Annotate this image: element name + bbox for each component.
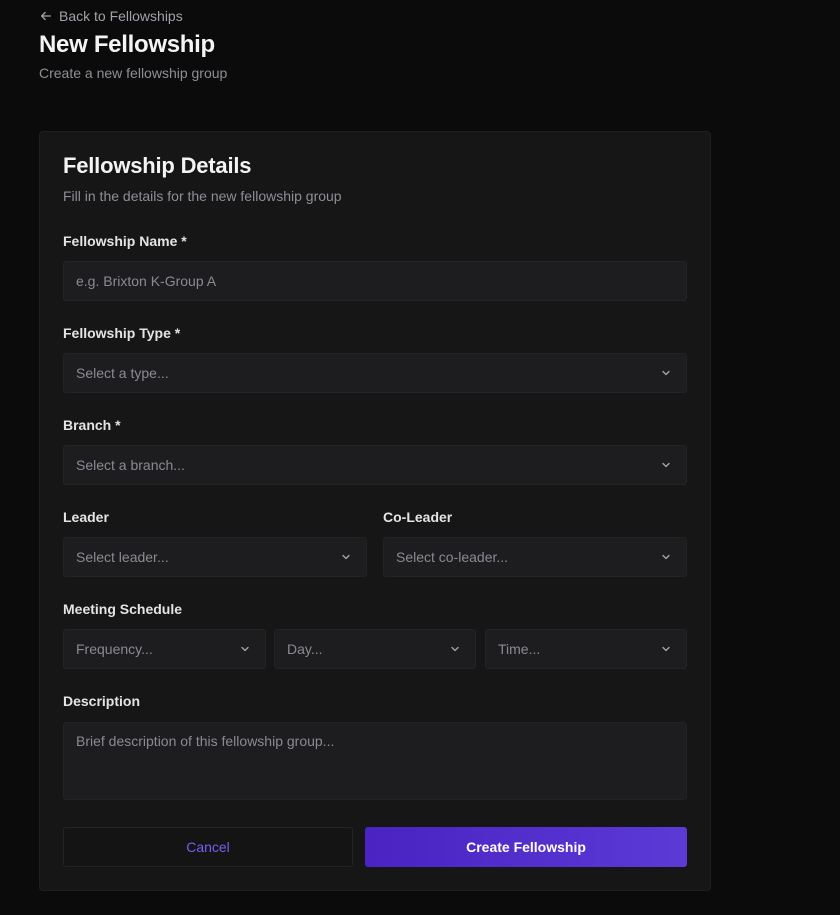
card-description: Fill in the details for the new fellowsh…: [63, 188, 342, 204]
chevron-down-icon: [662, 370, 670, 376]
fellowship-type-value: Select a type...: [76, 365, 169, 381]
co-leader-label: Co-Leader: [383, 509, 453, 525]
fellowship-type-label: Fellowship Type *: [63, 325, 181, 341]
chevron-down-icon: [241, 646, 249, 652]
day-value: Day...: [287, 641, 323, 657]
card-title: Fellowship Details: [63, 153, 252, 178]
co-leader-select[interactable]: Select co-leader...: [383, 537, 687, 577]
leader-value: Select leader...: [76, 549, 169, 565]
frequency-value: Frequency...: [76, 641, 153, 657]
leader-select[interactable]: Select leader...: [63, 537, 367, 577]
back-link-label: Back to Fellowships: [59, 8, 183, 24]
fellowship-name-placeholder: e.g. Brixton K-Group A: [76, 273, 217, 289]
fellowship-name-label: Fellowship Name *: [63, 233, 187, 249]
frequency-select[interactable]: Frequency...: [63, 629, 266, 669]
description-textarea[interactable]: Brief description of this fellowship gro…: [63, 722, 687, 800]
co-leader-value: Select co-leader...: [396, 549, 509, 565]
chevron-down-icon: [342, 554, 350, 560]
fellowship-type-select[interactable]: Select a type...: [63, 353, 687, 393]
chevron-down-icon: [451, 646, 459, 652]
time-select[interactable]: Time...: [485, 629, 687, 669]
meeting-schedule-label: Meeting Schedule: [63, 601, 183, 617]
fellowship-name-input[interactable]: e.g. Brixton K-Group A: [63, 261, 687, 301]
cancel-button[interactable]: Cancel: [63, 827, 353, 867]
branch-value: Select a branch...: [76, 457, 185, 473]
branch-label: Branch *: [63, 417, 121, 433]
description-label: Description: [63, 693, 141, 709]
chevron-down-icon: [662, 646, 670, 652]
chevron-down-icon: [662, 554, 670, 560]
create-fellowship-button[interactable]: Create Fellowship: [365, 827, 687, 867]
page-title: New Fellowship: [39, 31, 215, 58]
time-value: Time...: [498, 641, 541, 657]
description-placeholder: Brief description of this fellowship gro…: [76, 733, 335, 749]
back-to-fellowships-link[interactable]: Back to Fellowships: [39, 6, 183, 26]
arrow-left-icon: [40, 11, 52, 21]
day-select[interactable]: Day...: [274, 629, 476, 669]
chevron-down-icon: [662, 462, 670, 468]
branch-select[interactable]: Select a branch...: [63, 445, 687, 485]
page-subtitle: Create a new fellowship group: [39, 65, 228, 81]
fellowship-details-card: Fellowship Details Fill in the details f…: [39, 131, 711, 891]
leader-label: Leader: [63, 509, 109, 525]
